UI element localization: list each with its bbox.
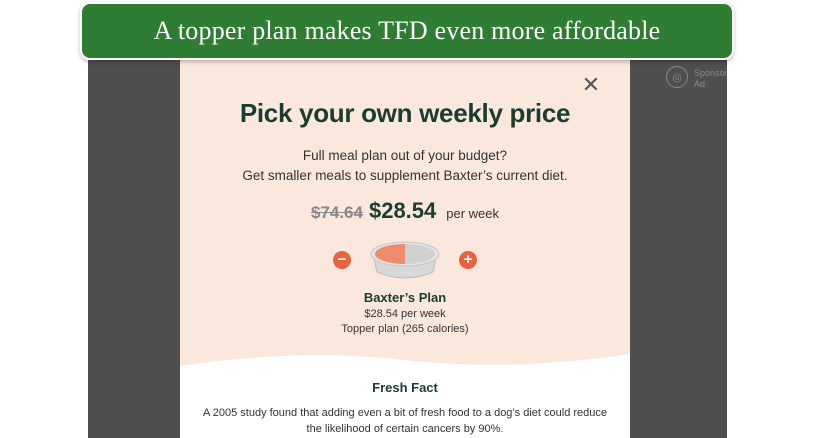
decrease-portion-button[interactable]: − (333, 251, 351, 269)
bowl-icon (370, 241, 440, 279)
portion-stepper: − + (180, 238, 630, 282)
caption-banner: A topper plan makes TFD even more afford… (80, 2, 734, 60)
fact-title: Fresh Fact (372, 380, 438, 395)
old-price: $74.64 (310, 203, 363, 222)
new-price: $28.54 (368, 198, 437, 223)
app-screenshot: ◎ Sponsored Ad ✕ Pick your own weekly pr… (88, 40, 727, 438)
banner-title: A topper plan makes TFD even more afford… (153, 16, 661, 45)
price-modal: ✕ Pick your own weekly price Full meal p… (180, 60, 630, 438)
plan-price: $28.54 per week (364, 308, 446, 320)
increase-portion-button[interactable]: + (459, 251, 477, 269)
sponsor-logo-icon: ◎ (666, 66, 688, 88)
fact-body: A 2005 study found that adding even a bi… (180, 405, 630, 437)
subtitle-line-2: Get smaller meals to supplement Baxter’s… (242, 168, 568, 183)
price-row: $74.64 $28.54 per week (180, 198, 630, 224)
plan-type: Topper plan (265 calories) (341, 323, 469, 335)
fact-line-1: A 2005 study found that adding even a bi… (202, 407, 608, 419)
modal-title: Pick your own weekly price (239, 98, 571, 128)
sponsor-text: Sponsored Ad (694, 68, 727, 89)
per-week-label: per week (446, 206, 500, 221)
fact-line-2: the likelihood of certain cancers by 90%… (306, 423, 504, 435)
subtitle-line-1: Full meal plan out of your budget? (302, 148, 508, 163)
modal-subtitle: Full meal plan out of your budget? Get s… (180, 146, 630, 186)
plan-name: Baxter’s Plan (363, 290, 447, 305)
close-icon[interactable]: ✕ (578, 72, 604, 98)
